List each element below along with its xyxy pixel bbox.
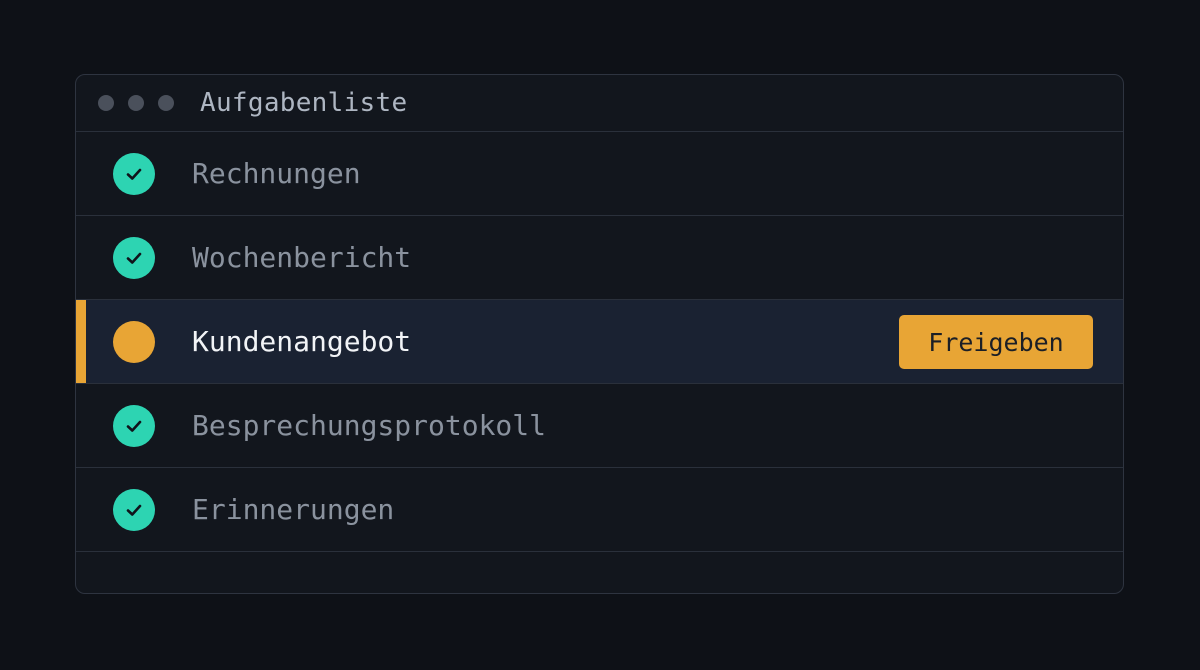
task-label: Kundenangebot [192,325,412,358]
window-control-dot[interactable] [98,95,114,111]
task-row-kundenangebot[interactable]: Kundenangebot Freigeben [76,300,1123,384]
task-label: Besprechungsprotokoll [192,409,547,442]
task-row-wochenbericht[interactable]: Wochenbericht [76,216,1123,300]
task-list-window: Aufgabenliste Rechnungen Wochenbericht K… [75,74,1124,594]
active-row-indicator [76,300,86,383]
task-row-besprechungsprotokoll[interactable]: Besprechungsprotokoll [76,384,1123,468]
task-label: Rechnungen [192,157,361,190]
check-circle-icon [113,488,155,531]
window-titlebar: Aufgabenliste [76,75,1123,132]
task-label: Wochenbericht [192,241,412,274]
check-circle-icon [113,404,155,447]
task-label: Erinnerungen [192,493,395,526]
window-title: Aufgabenliste [200,88,408,118]
pending-circle-icon [113,320,155,363]
check-circle-icon [113,152,155,195]
check-circle-icon [113,236,155,279]
window-control-dot[interactable] [158,95,174,111]
task-row-rechnungen[interactable]: Rechnungen [76,132,1123,216]
window-control-dot[interactable] [128,95,144,111]
approve-button[interactable]: Freigeben [899,315,1093,369]
task-row-erinnerungen[interactable]: Erinnerungen [76,468,1123,552]
